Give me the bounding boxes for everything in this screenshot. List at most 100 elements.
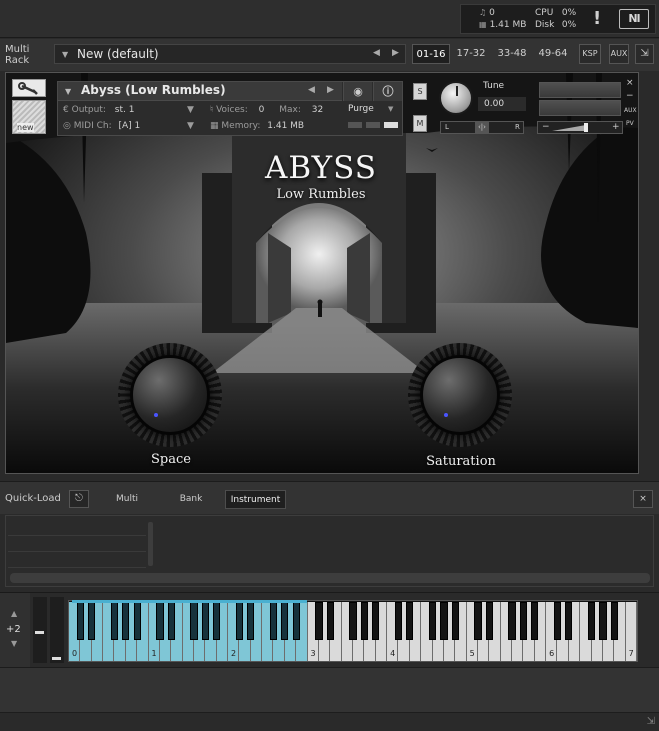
tune-value[interactable]: 0.00 bbox=[478, 97, 526, 111]
black-key[interactable] bbox=[553, 602, 562, 640]
column-splitter[interactable] bbox=[148, 522, 153, 566]
midi-dropdown-icon[interactable]: ▼ bbox=[187, 119, 194, 133]
black-key[interactable] bbox=[428, 602, 437, 640]
black-key[interactable] bbox=[281, 602, 289, 640]
black-key[interactable] bbox=[587, 602, 596, 640]
volume-slider[interactable]: − + bbox=[537, 121, 623, 134]
dropdown-icon[interactable]: ▼ bbox=[62, 50, 68, 59]
black-key[interactable] bbox=[394, 602, 403, 640]
midi-channel-value[interactable]: [A] 1 bbox=[119, 121, 141, 131]
close-icon[interactable]: × bbox=[633, 490, 653, 508]
prev-preset-icon[interactable]: ◀ bbox=[373, 48, 380, 58]
mod-wheel[interactable] bbox=[50, 597, 64, 663]
rack-header: Multi Rack ▼ New (default) ◀ ▶ 01-16 17-… bbox=[0, 39, 659, 71]
black-key[interactable] bbox=[88, 602, 96, 640]
octave-label: 0 bbox=[72, 649, 78, 658]
black-key[interactable] bbox=[565, 602, 573, 640]
pan-handle[interactable]: ‹|› bbox=[475, 122, 489, 133]
tab-33-48[interactable]: 33-48 bbox=[493, 44, 531, 64]
output-value[interactable]: st. 1 bbox=[115, 105, 135, 115]
volume-handle[interactable] bbox=[584, 123, 588, 132]
black-key[interactable] bbox=[508, 602, 516, 640]
midi-channel-icon: ◎ bbox=[63, 121, 71, 131]
black-key[interactable] bbox=[610, 602, 618, 640]
black-key[interactable] bbox=[292, 602, 300, 640]
close-instrument-icon[interactable]: × bbox=[626, 78, 634, 88]
tab-01-16[interactable]: 01-16 bbox=[412, 44, 450, 64]
next-preset-icon[interactable]: ▶ bbox=[392, 48, 399, 58]
black-key[interactable] bbox=[326, 602, 334, 640]
black-key[interactable] bbox=[315, 602, 323, 640]
prev-instrument-icon[interactable]: ◀ bbox=[308, 85, 315, 95]
black-key[interactable] bbox=[122, 602, 130, 640]
space-knob[interactable] bbox=[118, 343, 222, 447]
black-key[interactable] bbox=[531, 602, 539, 640]
aux-toggle[interactable]: AUX bbox=[624, 107, 637, 114]
info-icon[interactable]: ⓘ bbox=[373, 82, 402, 101]
tab-instrument[interactable]: Instrument bbox=[225, 490, 286, 509]
tab-17-32[interactable]: 17-32 bbox=[452, 44, 490, 64]
octave-down-icon[interactable]: ▼ bbox=[11, 639, 17, 648]
solo-button[interactable]: S bbox=[413, 83, 427, 100]
quick-load-list[interactable] bbox=[8, 520, 146, 570]
ni-logo[interactable]: NI bbox=[619, 9, 649, 29]
purge-dropdown-icon[interactable]: ▼ bbox=[388, 102, 393, 117]
resize-grip-icon[interactable]: ⇲ bbox=[647, 716, 655, 727]
multi-preset-name[interactable]: New (default) bbox=[77, 47, 159, 61]
black-key[interactable] bbox=[474, 602, 482, 640]
black-key[interactable] bbox=[372, 602, 380, 640]
aux-button[interactable]: AUX bbox=[609, 44, 629, 64]
black-key[interactable] bbox=[235, 602, 244, 640]
purge-dropdown[interactable]: Purge ▼ bbox=[344, 102, 402, 117]
black-key[interactable] bbox=[519, 602, 528, 640]
pitch-bend-wheel[interactable] bbox=[33, 597, 47, 663]
black-key[interactable] bbox=[76, 602, 84, 640]
warning-icon[interactable]: ! bbox=[593, 8, 601, 29]
octave-up-icon[interactable]: ▲ bbox=[11, 609, 17, 618]
black-key[interactable] bbox=[485, 602, 493, 640]
virtual-keyboard[interactable]: 0 1 2 3 4 5 6 7 bbox=[68, 600, 638, 662]
output-row[interactable]: € Output: st. 1 ▼ bbox=[63, 103, 194, 117]
ksp-button[interactable]: KSP bbox=[579, 44, 601, 64]
tab-49-64[interactable]: 49-64 bbox=[534, 44, 572, 64]
midi-channel-row[interactable]: ◎ MIDI Ch: [A] 1 ▼ bbox=[63, 119, 194, 133]
tab-bank[interactable]: Bank bbox=[170, 490, 212, 509]
black-key[interactable] bbox=[440, 602, 448, 640]
black-key[interactable] bbox=[349, 602, 357, 640]
black-key[interactable] bbox=[599, 602, 607, 640]
output-dropdown-icon[interactable]: ▼ bbox=[187, 103, 194, 117]
collapse-icon[interactable]: ⇲ bbox=[635, 44, 654, 64]
black-key[interactable] bbox=[247, 602, 255, 640]
multi-preset-selector[interactable]: ▼ New (default) ◀ ▶ bbox=[54, 44, 406, 64]
lock-icon[interactable]: ⎋ bbox=[69, 490, 89, 508]
black-key[interactable] bbox=[110, 602, 119, 640]
tune-knob[interactable] bbox=[439, 81, 473, 115]
space-knob-indicator bbox=[154, 413, 158, 417]
wrench-icon[interactable] bbox=[12, 79, 46, 97]
mute-button[interactable]: M bbox=[413, 115, 427, 132]
black-key[interactable] bbox=[406, 602, 414, 640]
black-key[interactable] bbox=[167, 602, 175, 640]
black-key[interactable] bbox=[156, 602, 164, 640]
next-instrument-icon[interactable]: ▶ bbox=[327, 85, 334, 95]
quick-load-browser[interactable] bbox=[5, 515, 654, 587]
black-key[interactable] bbox=[269, 602, 278, 640]
max-voices-value[interactable]: 32 bbox=[312, 105, 323, 115]
black-key[interactable] bbox=[451, 602, 459, 640]
black-key[interactable] bbox=[133, 602, 141, 640]
saturation-knob[interactable] bbox=[408, 343, 512, 447]
instrument-name[interactable]: Abyss (Low Rumbles) bbox=[81, 83, 226, 97]
tab-multi[interactable]: Multi bbox=[106, 490, 148, 509]
horizontal-scrollbar[interactable] bbox=[10, 573, 650, 583]
black-key[interactable] bbox=[201, 602, 209, 640]
pan-slider[interactable]: L ‹|› R bbox=[440, 121, 524, 134]
minimize-instrument-icon[interactable]: − bbox=[626, 91, 634, 101]
collapse-triangle-icon[interactable]: ▼ bbox=[65, 87, 71, 96]
purge-label[interactable]: Purge bbox=[348, 104, 374, 114]
black-key[interactable] bbox=[360, 602, 368, 640]
black-key[interactable] bbox=[190, 602, 198, 640]
black-key[interactable] bbox=[213, 602, 221, 640]
pv-toggle[interactable]: PV bbox=[626, 120, 634, 127]
camera-icon[interactable]: ◉ bbox=[343, 82, 372, 101]
new-snapshot-button[interactable]: new bbox=[12, 100, 46, 134]
